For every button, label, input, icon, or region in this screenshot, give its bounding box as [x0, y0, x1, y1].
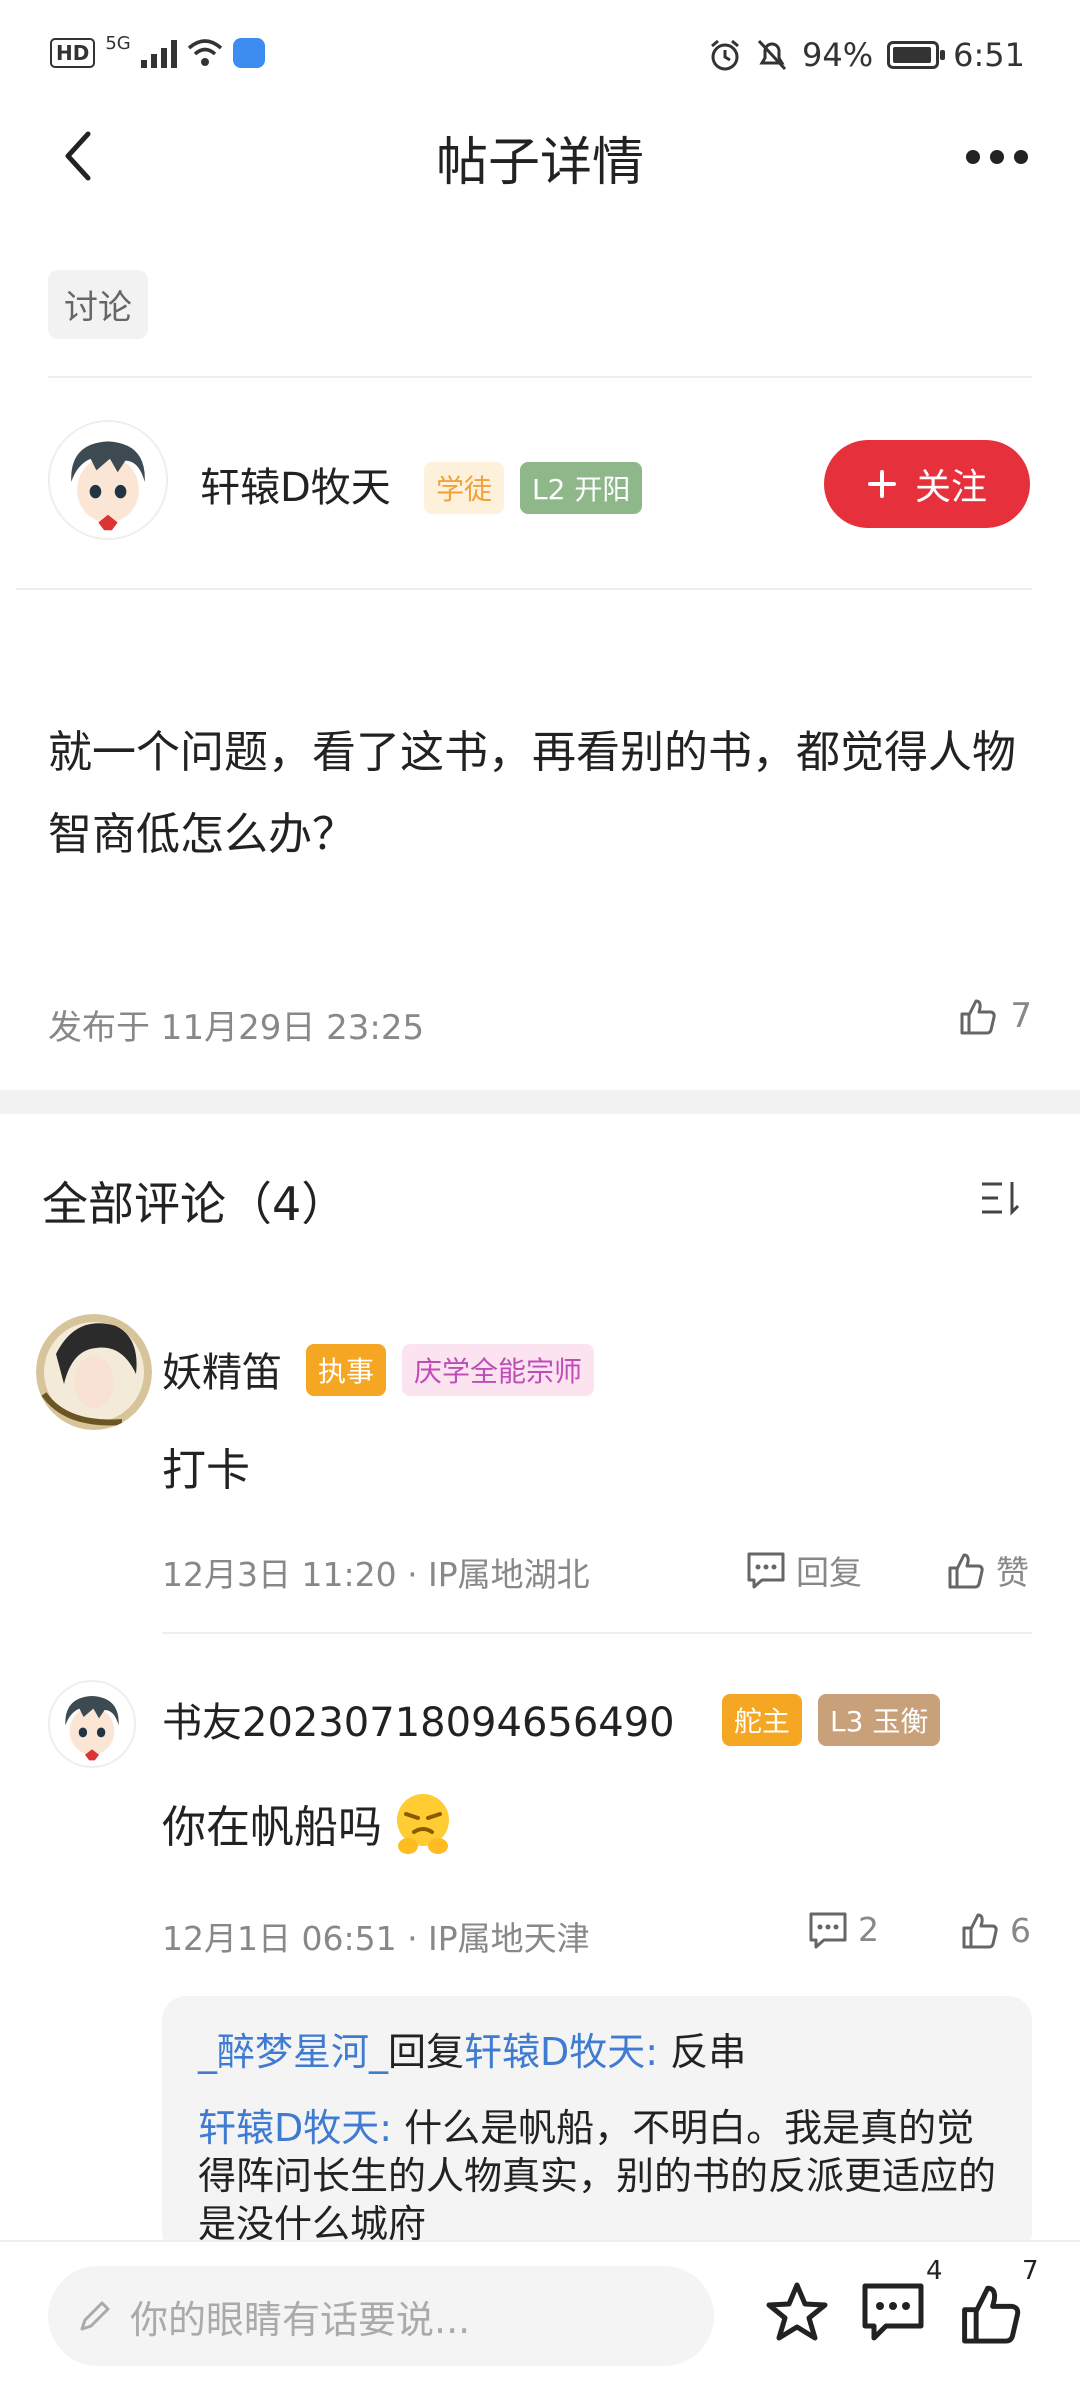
- pencil-icon: [80, 2301, 110, 2331]
- reply-button[interactable]: 回复: [746, 1546, 862, 1594]
- signal-icon: [140, 38, 177, 68]
- comment-input-placeholder: 你的眼睛有话要说...: [130, 2297, 471, 2342]
- thumbs-up-icon: [960, 999, 997, 1035]
- divider: [162, 1632, 1032, 1634]
- star-icon[interactable]: [764, 2280, 830, 2346]
- status-left: HD 5G: [50, 33, 265, 68]
- section-separator: [0, 1090, 1080, 1114]
- hd-icon: HD: [50, 38, 96, 68]
- status-right: 94% 6:51: [708, 36, 1025, 74]
- reply-author[interactable]: 轩辕D牧天:: [198, 2106, 392, 2150]
- author-avatar[interactable]: [48, 420, 168, 540]
- clock: 6:51: [953, 36, 1025, 74]
- commenter-badge: 舵主: [722, 1694, 803, 1746]
- like-count: 6: [1010, 1910, 1031, 1950]
- thumbs-up-icon: [948, 1553, 984, 1589]
- mute-bell-icon: [757, 39, 787, 71]
- post-like-count: 7: [1010, 996, 1032, 1036]
- author-name[interactable]: 轩辕D牧天: [200, 455, 391, 513]
- reply-label: 回复: [796, 1553, 862, 1592]
- page-title: 帖子详情: [435, 133, 644, 193]
- comments-title: 全部评论（4）: [42, 1177, 348, 1231]
- thumbs-up-icon: [962, 1913, 998, 1949]
- comment-input[interactable]: 你的眼睛有话要说...: [48, 2266, 714, 2366]
- like-button[interactable]: 赞: [946, 1546, 1029, 1594]
- battery-percent: 94%: [802, 36, 874, 74]
- battery-icon: [887, 41, 946, 69]
- commenter-title-badge: 庆学全能宗师: [402, 1344, 595, 1396]
- commenter-level-badge: L3 玉衡: [818, 1694, 941, 1746]
- plus-icon: [867, 470, 896, 498]
- reply-target[interactable]: 轩辕D牧天:: [464, 2030, 658, 2074]
- more-options-icon[interactable]: [966, 150, 1028, 164]
- post-published-time: 发布于 11月29日 23:25: [48, 1008, 425, 1048]
- alarm-icon: [711, 39, 739, 71]
- comment-text: 打卡: [162, 1445, 250, 1496]
- reply-item: 轩辕D牧天: 什么是帆船，不明白。我是真的觉得阵问长生的人物真实，别的书的反派更…: [198, 2104, 1008, 2248]
- reply-item: _醉梦星河_回复轩辕D牧天: 反串: [198, 2028, 746, 2076]
- wifi-icon: [187, 39, 222, 66]
- post-tag[interactable]: 讨论: [48, 270, 148, 339]
- post-like-button[interactable]: 7: [958, 996, 1032, 1036]
- status-bar: HD 5G 94% 6:51: [0, 0, 1080, 110]
- reply-count: 2: [858, 1910, 879, 1949]
- comment-count: 4: [926, 2256, 943, 2286]
- comment-icon[interactable]: [860, 2280, 926, 2346]
- post-content: 就一个问题，看了这书，再看别的书，都觉得人物智商低怎么办？: [48, 727, 1016, 860]
- commenter-name[interactable]: 妖精笛: [162, 1340, 282, 1398]
- level-badge: L2 开阳: [520, 462, 643, 514]
- network-label: 5G: [105, 32, 131, 54]
- comment-bubble-icon: [747, 1552, 785, 1589]
- comment-meta: 12月1日 06:51 · IP属地天津: [162, 1919, 590, 1958]
- comment-bubble-icon: [809, 1912, 847, 1948]
- comment-text-row: 你在帆船吗: [162, 1790, 456, 1856]
- divider: [16, 588, 1032, 590]
- reply-count-button[interactable]: 2: [808, 1910, 879, 1949]
- cloud-icon: [232, 38, 265, 68]
- reply-text: 反串: [658, 2030, 747, 2074]
- sort-icon[interactable]: [978, 1178, 1022, 1218]
- like-label: 赞: [996, 1553, 1029, 1592]
- comment-text: 你在帆船吗: [162, 1802, 382, 1853]
- reply-verb: 回复: [388, 2030, 465, 2074]
- thumbs-up-icon[interactable]: [958, 2280, 1024, 2346]
- commenter-avatar[interactable]: [48, 1680, 136, 1768]
- commenter-avatar[interactable]: [36, 1314, 152, 1430]
- commenter-name[interactable]: 书友20230718094656490: [162, 1690, 675, 1748]
- divider: [48, 376, 1032, 378]
- comment-meta: 12月3日 11:20 · IP属地湖北: [162, 1555, 590, 1594]
- angry-emoji-icon: [397, 1794, 449, 1854]
- follow-button[interactable]: 关注: [824, 440, 1030, 528]
- rank-badge: 学徒: [424, 462, 505, 514]
- like-button[interactable]: 6: [960, 1910, 1031, 1950]
- follow-label: 关注: [914, 467, 987, 508]
- commenter-badge: 执事: [306, 1344, 387, 1396]
- replies-box[interactable]: _醉梦星河_回复轩辕D牧天: 反串 轩辕D牧天: 什么是帆船，不明白。我是真的觉…: [162, 1996, 1032, 2256]
- reply-author[interactable]: _醉梦星河_: [198, 2030, 388, 2074]
- like-count: 7: [1022, 2256, 1039, 2286]
